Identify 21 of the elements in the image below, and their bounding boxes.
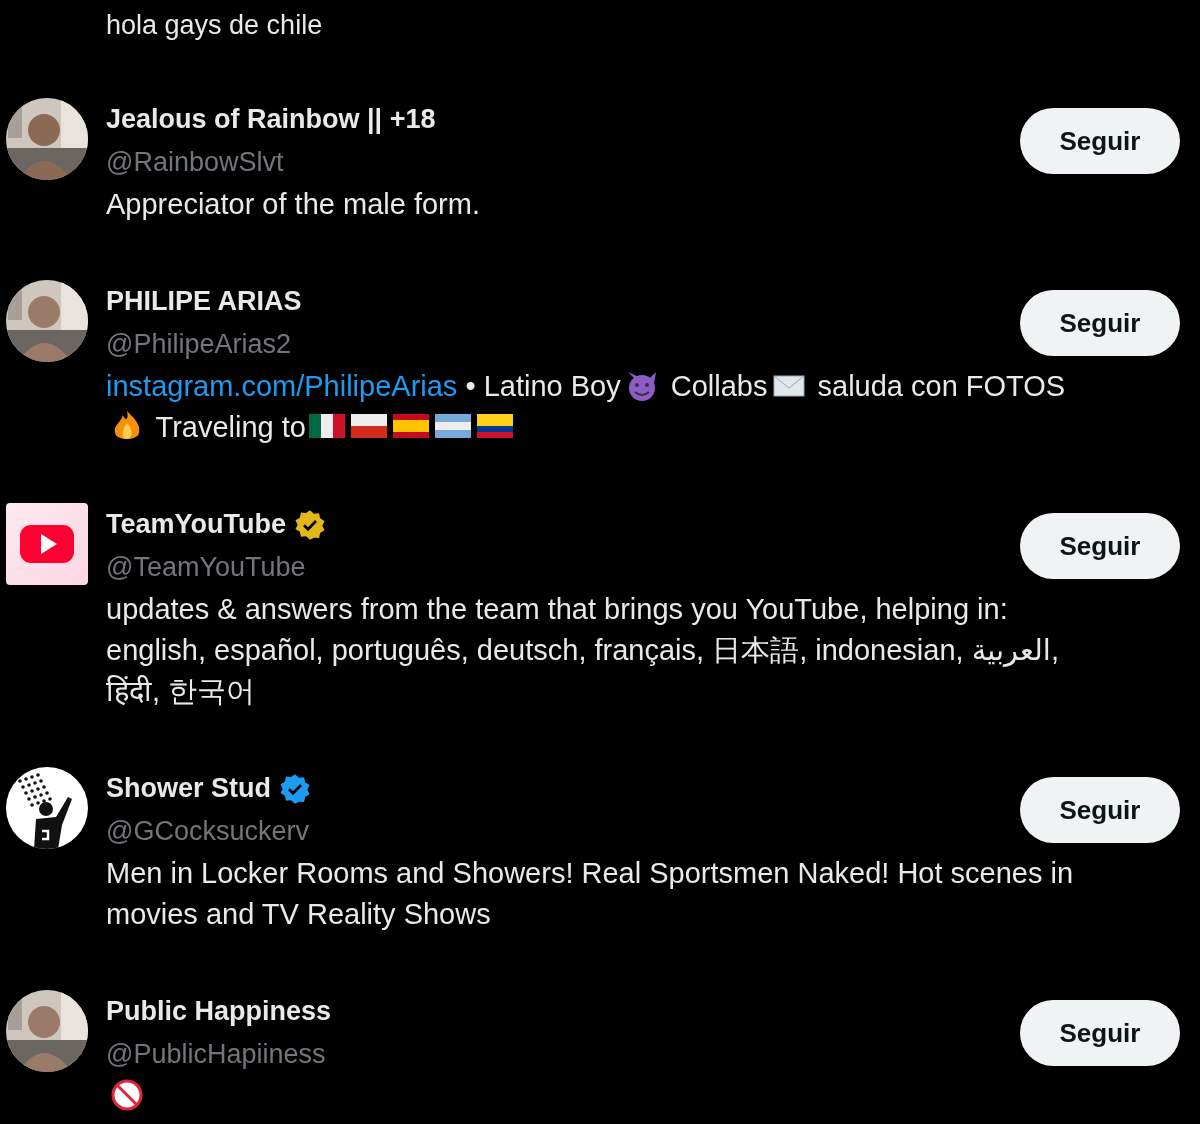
account-handle: @PhilipeArias2 — [106, 328, 292, 361]
bio-text: updates & answers from the team that brings you YouTube, helping in: english, español, português, deutsch, français, 日本語, indonesian, العربية, हिंदी, 한국어 — [106, 592, 1060, 709]
bio-text: instagram.com/PhilipeArias • Latino Boy Collabs saluda con FOTOS Traveling to — [106, 367, 1067, 445]
account-handle: @PublicHapiiness — [106, 1038, 327, 1071]
account-name[interactable]: Public Happiness — [106, 996, 332, 1027]
account-name[interactable]: PHILIPE ARIAS — [106, 286, 302, 317]
account-name[interactable]: Jealous of Rainbow || +18 — [106, 104, 436, 135]
account-name[interactable]: Shower Stud — [106, 773, 271, 804]
bio-text: Men in Locker Rooms and Showers! Real Sportsmen Naked! Hot scenes in movies and TV Reality Shows — [106, 856, 1075, 932]
account-handle: @GCocksuckerv — [106, 815, 310, 848]
follow-button[interactable]: Seguir — [1020, 777, 1180, 843]
bio-text: hola gays de chile — [105, 9, 324, 42]
follow-button[interactable]: Seguir — [1020, 290, 1180, 356]
account-handle: @TeamYouTube — [106, 551, 307, 584]
profile-link[interactable]: instagram.com/PhilipeArias — [106, 370, 458, 402]
bio-text: Appreciator of the male form. — [106, 187, 481, 222]
account-handle: @RainbowSlvt — [106, 146, 285, 179]
follow-button[interactable]: Seguir — [1020, 1000, 1180, 1066]
follow-button[interactable]: Seguir — [1020, 513, 1180, 579]
follow-button[interactable]: Seguir — [1020, 108, 1180, 174]
account-name[interactable]: TeamYouTube — [106, 509, 286, 540]
